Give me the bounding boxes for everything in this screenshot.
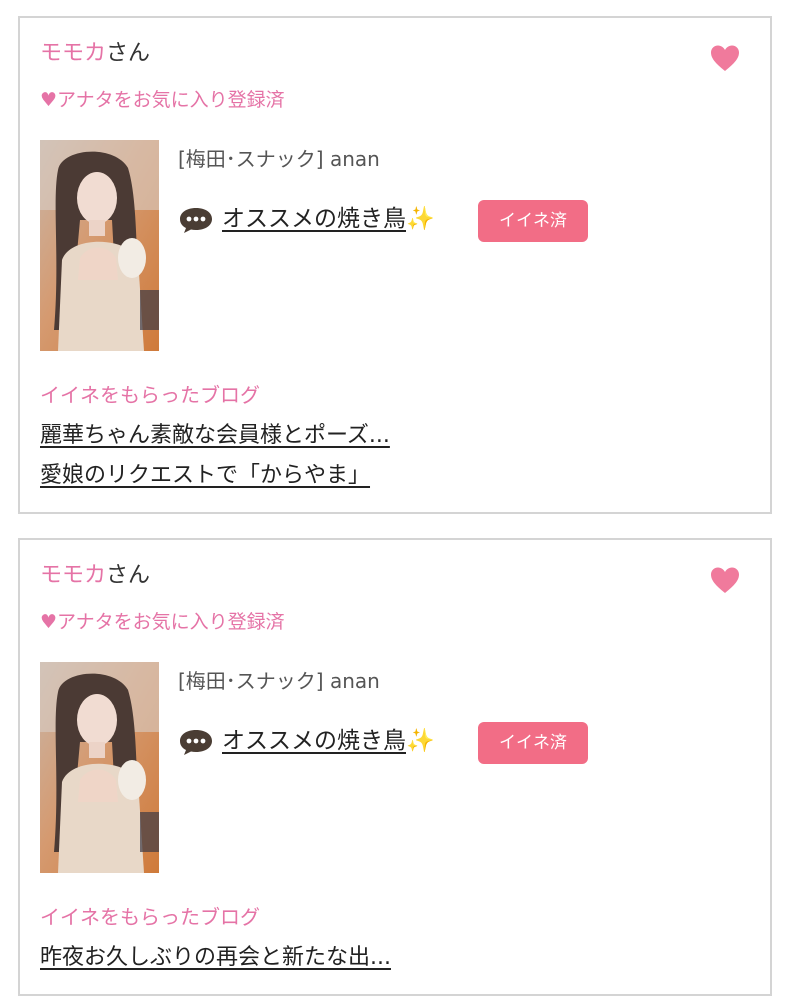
favorite-status: ♥アナタをお気に入り登録済	[40, 611, 285, 633]
blog-link[interactable]: 麗華ちゃん素敵な会員様とポーズ...	[40, 422, 390, 450]
blog-link[interactable]: 昨夜お久しぶりの再会と新たな出...	[40, 944, 391, 972]
user-name[interactable]: モモカ	[40, 563, 106, 588]
shop-label[interactable]: [梅田･スナック] anan	[178, 668, 380, 694]
user-line: モモカさん	[40, 562, 150, 590]
user-line: モモカさん	[40, 40, 150, 68]
like-card: モモカさん ♥アナタをお気に入り登録済 [梅田･スナック] anan オススメの…	[18, 538, 772, 996]
blog-heading: イイネをもらったブログ	[40, 905, 260, 929]
profile-photo[interactable]	[40, 662, 159, 873]
speech-bubble-icon	[178, 206, 214, 234]
user-suffix: さん	[106, 563, 151, 588]
sparkle-icon: ✨	[406, 206, 435, 232]
post-title-link[interactable]: オススメの焼き鳥✨	[222, 204, 435, 234]
post-title: オススメの焼き鳥	[222, 206, 406, 232]
blog-list: 麗華ちゃん素敵な会員様とポーズ... 愛娘のリクエストで「からやま」	[40, 422, 390, 502]
user-suffix: さん	[106, 41, 151, 66]
speech-bubble-icon	[178, 728, 214, 756]
favorite-status: ♥アナタをお気に入り登録済	[40, 89, 285, 111]
heart-icon[interactable]	[710, 44, 740, 72]
blog-heading: イイネをもらったブログ	[40, 383, 260, 407]
liked-badge[interactable]: イイネ済	[478, 200, 588, 242]
heart-icon[interactable]	[710, 566, 740, 594]
blog-link[interactable]: 愛娘のリクエストで「からやま」	[40, 462, 390, 490]
shop-label[interactable]: [梅田･スナック] anan	[178, 146, 380, 172]
user-name[interactable]: モモカ	[40, 41, 106, 66]
post-title-link[interactable]: オススメの焼き鳥✨	[222, 726, 435, 756]
liked-badge[interactable]: イイネ済	[478, 722, 588, 764]
sparkle-icon: ✨	[406, 728, 435, 754]
blog-list: 昨夜お久しぶりの再会と新たな出...	[40, 944, 391, 984]
post-title: オススメの焼き鳥	[222, 728, 406, 754]
like-card: モモカさん ♥アナタをお気に入り登録済 [梅田･スナック] anan オススメの…	[18, 16, 772, 514]
profile-photo[interactable]	[40, 140, 159, 351]
